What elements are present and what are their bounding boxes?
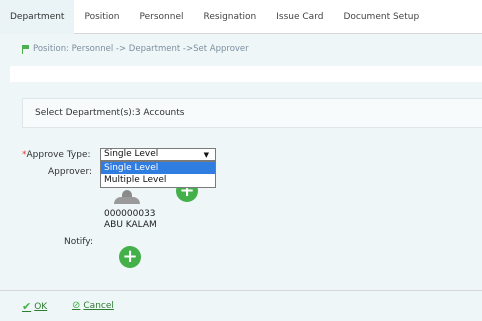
cancel-button[interactable]: ⊘ Cancel bbox=[72, 300, 114, 311]
tab-resignation[interactable]: Resignation bbox=[194, 0, 267, 34]
caret-down-icon: ▼ bbox=[203, 151, 209, 159]
ok-button-label: OK bbox=[34, 301, 48, 312]
approve-type-dropdown: Single Level Multiple Level bbox=[100, 161, 216, 188]
tab-personnel[interactable]: Personnel bbox=[130, 0, 194, 34]
option-single-level[interactable]: Single Level bbox=[101, 162, 215, 174]
cancel-icon: ⊘ bbox=[72, 300, 81, 311]
breadcrumb-text: Position: Personnel -> Department ->Set … bbox=[33, 44, 249, 54]
approve-type-label: *Approve Type: bbox=[22, 150, 91, 160]
selected-department-text: Select Department(s):3 Accounts bbox=[35, 108, 185, 118]
check-icon: ✔ bbox=[22, 300, 32, 313]
approve-type-value: Single Level bbox=[104, 149, 159, 159]
person-icon bbox=[114, 190, 140, 204]
approver-label: Approver: bbox=[48, 167, 93, 177]
tab-issue-card[interactable]: Issue Card bbox=[266, 0, 333, 34]
tab-bar: Department Position Personnel Resignatio… bbox=[0, 0, 482, 34]
approver-code: 000000033 bbox=[104, 209, 156, 219]
notify-label: Notify: bbox=[64, 237, 93, 247]
cancel-button-label: Cancel bbox=[83, 300, 114, 311]
approve-type-select[interactable]: Single Level ▼ bbox=[100, 148, 216, 161]
approver-name: ABU KALAM bbox=[104, 220, 157, 230]
tab-department[interactable]: Department bbox=[0, 0, 75, 34]
option-multiple-level[interactable]: Multiple Level bbox=[101, 174, 215, 186]
tab-document-setup[interactable]: Document Setup bbox=[333, 0, 429, 34]
toolbar-strip bbox=[10, 66, 482, 82]
selected-department: Select Department(s):3 Accounts bbox=[22, 98, 482, 128]
tab-position[interactable]: Position bbox=[74, 0, 129, 34]
ok-button[interactable]: ✔ OK bbox=[22, 300, 47, 313]
add-notify-button[interactable]: + bbox=[119, 246, 141, 268]
breadcrumb: Position: Personnel -> Department ->Set … bbox=[22, 44, 249, 54]
add-icon: + bbox=[122, 246, 138, 267]
flag-icon bbox=[22, 44, 29, 54]
approve-type-label-text: Approve Type: bbox=[26, 150, 91, 160]
